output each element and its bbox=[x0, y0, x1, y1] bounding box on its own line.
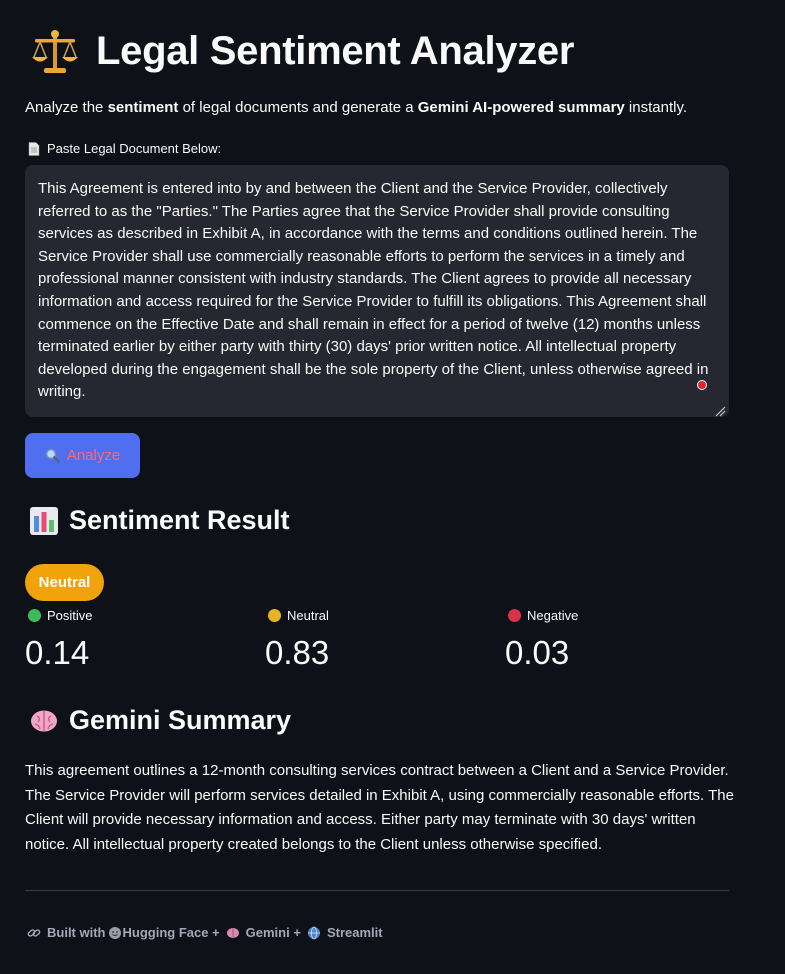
gemini-summary-text: This agreement outlines a 12-month consu… bbox=[25, 762, 734, 853]
globe-icon bbox=[307, 926, 321, 940]
resize-handle-icon[interactable] bbox=[714, 402, 726, 417]
footer-text: Hugging Face + bbox=[122, 925, 220, 940]
hugging-face-icon bbox=[108, 926, 122, 940]
subtitle-bold: Gemini AI-powered summary bbox=[417, 99, 625, 116]
metric-label: Neutral bbox=[287, 607, 329, 623]
document-icon bbox=[28, 141, 40, 156]
page-subtitle: Analyze the sentiment of legal documents… bbox=[25, 99, 687, 116]
metric-neutral: Neutral 0.83 bbox=[265, 606, 329, 672]
bar-chart-icon bbox=[29, 506, 59, 536]
analyze-button-label: Analyze bbox=[66, 447, 121, 464]
divider bbox=[25, 890, 729, 891]
spellcheck-indicator-icon bbox=[697, 380, 707, 390]
metric-value: 0.14 bbox=[25, 634, 90, 671]
subtitle-bold: sentiment bbox=[107, 99, 179, 116]
gemini-summary-heading: Gemini Summary bbox=[29, 705, 291, 736]
metric-negative: Negative 0.03 bbox=[505, 606, 578, 672]
metric-positive: Positive 0.14 bbox=[25, 606, 93, 672]
document-input-label: Paste Legal Document Below: bbox=[28, 141, 221, 156]
sentiment-badge: Neutral bbox=[25, 564, 104, 601]
brain-icon bbox=[29, 706, 59, 736]
analyze-button[interactable]: Analyze bbox=[25, 433, 140, 478]
document-textarea[interactable]: This Agreement is entered into by and be… bbox=[25, 165, 729, 417]
red-circle-icon bbox=[508, 608, 521, 622]
sentiment-heading-text: Sentiment Result bbox=[69, 505, 290, 535]
link-icon bbox=[27, 926, 41, 940]
metric-label: Positive bbox=[47, 607, 93, 623]
brain-icon bbox=[226, 926, 240, 940]
subtitle-text: instantly. bbox=[624, 99, 688, 116]
sentiment-result-heading: Sentiment Result bbox=[29, 505, 290, 536]
subtitle-text: of legal documents and generate a bbox=[178, 99, 418, 116]
green-circle-icon bbox=[28, 608, 41, 622]
footer-text: Streamlit bbox=[326, 925, 383, 940]
footer: Built with Hugging Face + Gemini + Strea… bbox=[27, 925, 383, 940]
magnifier-icon bbox=[45, 448, 60, 463]
document-textarea-value: This Agreement is entered into by and be… bbox=[38, 180, 713, 401]
metric-label: Negative bbox=[527, 607, 579, 623]
document-input-label-text: Paste Legal Document Below: bbox=[47, 141, 222, 156]
balance-scale-icon bbox=[30, 26, 80, 76]
gemini-heading-text: Gemini Summary bbox=[69, 705, 292, 735]
page-header: Legal Sentiment Analyzer bbox=[30, 26, 574, 76]
metric-value: 0.03 bbox=[505, 634, 570, 671]
page-title: Legal Sentiment Analyzer bbox=[96, 28, 575, 73]
yellow-circle-icon bbox=[268, 608, 281, 622]
subtitle-text: Analyze the bbox=[25, 99, 108, 116]
footer-text: Built with bbox=[47, 925, 106, 940]
metric-value: 0.83 bbox=[265, 634, 330, 671]
footer-text: Gemini + bbox=[245, 925, 301, 940]
